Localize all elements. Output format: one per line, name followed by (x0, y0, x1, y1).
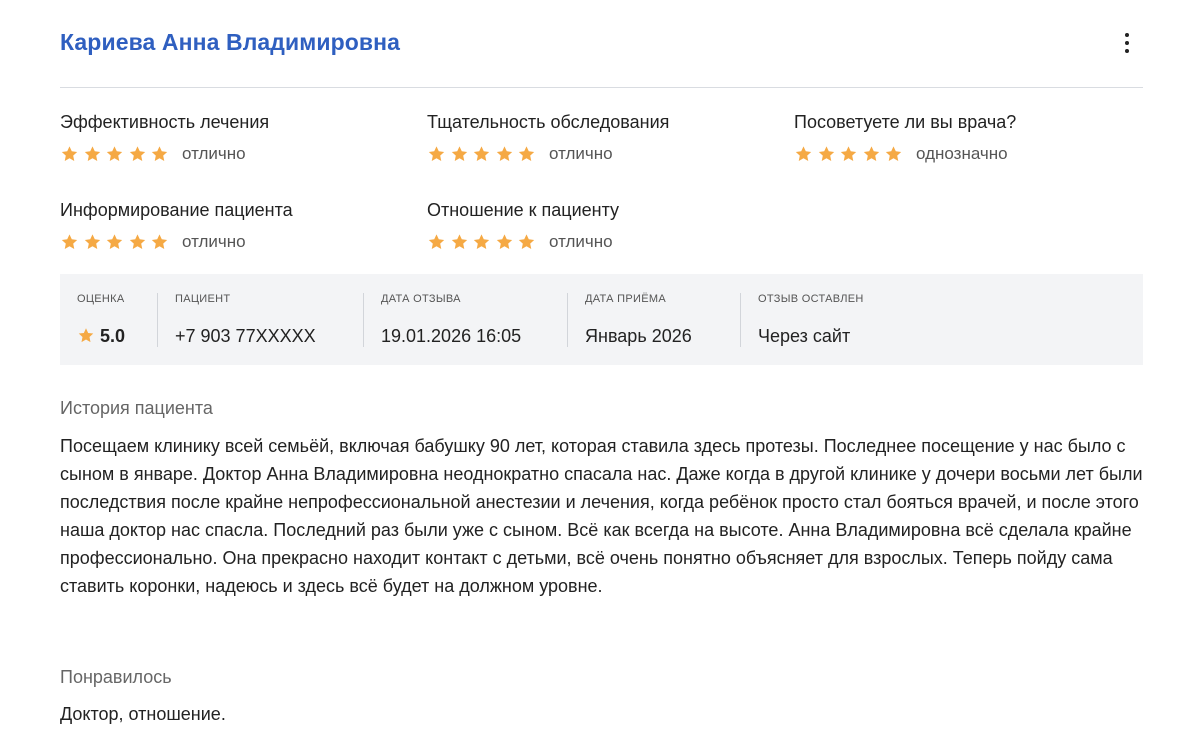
story-title: История пациента (60, 398, 213, 418)
review-source: Через сайт (758, 325, 851, 346)
review-card: Кариева Анна Владимировна Эффективность … (0, 0, 1200, 745)
header-divider (60, 87, 1143, 88)
more-vertical-icon[interactable] (1115, 30, 1139, 56)
rating-text: однозначно (916, 144, 1008, 163)
star-icon (61, 234, 78, 249)
star-icon (451, 234, 467, 249)
rating-text: отлично (182, 232, 246, 251)
patient-phone: +7 903 77XXXXX (175, 325, 316, 346)
review-info-panel: Оценка 5.0 Пациент +7 903 77XXXXX Дата о… (60, 274, 1143, 365)
info-source: Отзыв оставлен Через сайт (741, 293, 941, 347)
rating-text: отлично (549, 232, 613, 251)
star-icon (428, 146, 445, 161)
star-rating (427, 233, 536, 251)
rating-attitude: Отношение к пациенту отлично (427, 199, 767, 253)
info-label: Отзыв оставлен (758, 292, 864, 305)
info-score: Оценка 5.0 (60, 292, 158, 347)
rating-effectiveness: Эффективность лечения отлично (60, 111, 400, 165)
star-icon (84, 234, 100, 249)
star-rating (794, 145, 903, 163)
star-icon (106, 146, 123, 161)
info-label: Пациент (175, 292, 231, 305)
rating-text: отлично (182, 144, 246, 163)
info-patient: Пациент +7 903 77XXXXX (158, 292, 364, 347)
star-rating (60, 233, 169, 251)
score-value: 5.0 (100, 325, 126, 346)
rating-informing: Информирование пациента отлично (60, 199, 400, 253)
story-text: Посещаем клинику всей семьёй, включая ба… (60, 436, 1143, 596)
rating-label: Посоветуете ли вы врача? (794, 112, 1017, 132)
star-icon (863, 146, 879, 161)
star-icon (78, 328, 94, 343)
star-icon (818, 146, 834, 161)
star-icon (451, 146, 467, 161)
liked-text: Доктор, отношение. (60, 704, 226, 724)
doctor-name-link[interactable]: Кариева Анна Владимировна (60, 29, 400, 56)
star-icon (496, 146, 512, 161)
visit-date: Январь 2026 (585, 325, 692, 346)
star-rating (60, 145, 169, 163)
star-icon (151, 234, 168, 249)
liked-title: Понравилось (60, 667, 172, 687)
rating-label: Эффективность лечения (60, 112, 270, 132)
star-icon (129, 146, 145, 161)
star-icon (795, 146, 812, 161)
rating-label: Тщательность обследования (427, 112, 670, 132)
star-icon (518, 234, 535, 249)
info-label: Оценка (77, 292, 125, 305)
star-rating (427, 145, 536, 163)
star-icon (151, 146, 168, 161)
star-icon (473, 234, 490, 249)
star-icon (885, 146, 902, 161)
rating-label: Отношение к пациенту (427, 200, 620, 220)
star-icon (518, 146, 535, 161)
info-visit-date: Дата приёма Январь 2026 (568, 292, 741, 347)
star-icon (428, 234, 445, 249)
star-icon (496, 234, 512, 249)
star-icon (84, 146, 100, 161)
rating-text: отлично (549, 144, 613, 163)
star-icon (61, 146, 78, 161)
rating-label: Информирование пациента (60, 200, 293, 220)
rating-recommend: Посоветуете ли вы врача? однозначно (794, 111, 1134, 165)
star-icon (840, 146, 857, 161)
star-icon (129, 234, 145, 249)
star-icon (473, 146, 490, 161)
info-label: Дата отзыва (381, 292, 461, 305)
star-icon (106, 234, 123, 249)
info-label: Дата приёма (585, 292, 666, 305)
info-review-date: Дата отзыва 19.01.2026 16:05 (364, 292, 568, 347)
rating-thoroughness: Тщательность обследования отлично (427, 111, 767, 165)
review-date: 19.01.2026 16:05 (381, 325, 522, 346)
